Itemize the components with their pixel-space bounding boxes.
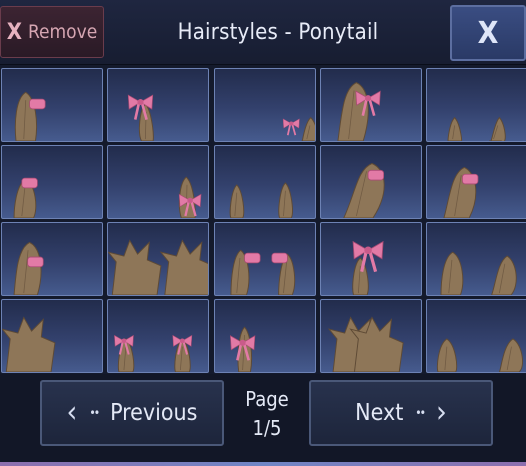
hairstyle-thumbnail [343, 162, 385, 218]
hairstyle-thumbnail [108, 239, 208, 295]
x-icon: X [6, 19, 22, 45]
hairstyle-option[interactable] [1, 68, 103, 142]
hairstyle-thumbnail [229, 182, 293, 218]
hairstyle-option[interactable] [1, 145, 103, 219]
remove-button[interactable]: X Remove [0, 6, 104, 58]
hairstyle-thumbnail [114, 334, 193, 372]
hairstyle-option[interactable] [320, 222, 422, 296]
hairstyle-thumbnail [352, 240, 384, 295]
page-title: Hairstyles - Ponytail [177, 19, 379, 45]
hairstyle-thumbnail [440, 251, 517, 295]
hairstyle-thumbnail [127, 94, 154, 141]
dots-icon: •• [89, 406, 100, 420]
hairstyle-option[interactable] [320, 299, 422, 373]
hairstyle-option[interactable] [320, 68, 422, 142]
hairstyle-thumbnail [14, 91, 46, 141]
hairstyle-thumbnail [443, 166, 479, 218]
remove-label: Remove [27, 21, 98, 43]
chevron-right-icon: › [436, 395, 447, 430]
hairstyle-option[interactable] [107, 68, 209, 142]
hairstyle-option[interactable] [214, 299, 316, 373]
hairstyle-option[interactable] [107, 222, 209, 296]
hairstyle-option[interactable] [107, 145, 209, 219]
page-label: Page [245, 387, 289, 411]
hairstyle-thumbnail [447, 116, 506, 141]
hairstyle-thumbnail [337, 82, 381, 141]
header-bar: X Remove Hairstyles - Ponytail X [0, 0, 526, 65]
next-label: Next [355, 400, 404, 426]
hairstyle-thumbnail [436, 338, 524, 372]
hairstyle-option[interactable] [426, 68, 526, 142]
hairstyle-thumbnail [13, 241, 44, 295]
page-number: 1/5 [252, 416, 282, 440]
hairstyle-option[interactable] [214, 68, 316, 142]
hairstyle-option[interactable] [214, 222, 316, 296]
hairstyle-grid [0, 68, 526, 374]
previous-button[interactable]: ‹ •• Previous [40, 380, 224, 446]
hairstyle-thumbnail [230, 249, 296, 295]
hairstyle-thumbnail [229, 326, 256, 372]
previous-label: Previous [110, 400, 198, 426]
hairstyle-option[interactable] [1, 222, 103, 296]
hairstyle-thumbnail [13, 177, 38, 218]
hairstyle-option[interactable] [107, 299, 209, 373]
page-indicator: Page 1/5 [226, 384, 308, 444]
hairstyle-option[interactable] [426, 222, 526, 296]
hairstyle-thumbnail [327, 316, 404, 372]
close-icon: X [477, 15, 499, 51]
hairstyle-option[interactable] [426, 145, 526, 219]
hairstyle-thumbnail [2, 316, 56, 372]
hairstyle-thumbnail [178, 176, 202, 218]
footer-bar: ‹ •• Previous Page 1/5 Next •• › [0, 374, 526, 466]
dots-icon: •• [415, 406, 426, 420]
next-button[interactable]: Next •• › [309, 380, 493, 446]
hairstyle-option[interactable] [214, 145, 316, 219]
hairstyle-option[interactable] [1, 299, 103, 373]
chevron-left-icon: ‹ [66, 395, 78, 430]
hairstyle-option[interactable] [426, 299, 526, 373]
close-button[interactable]: X [450, 5, 526, 61]
hairstyle-thumbnail [282, 117, 315, 141]
hairstyle-option[interactable] [320, 145, 422, 219]
